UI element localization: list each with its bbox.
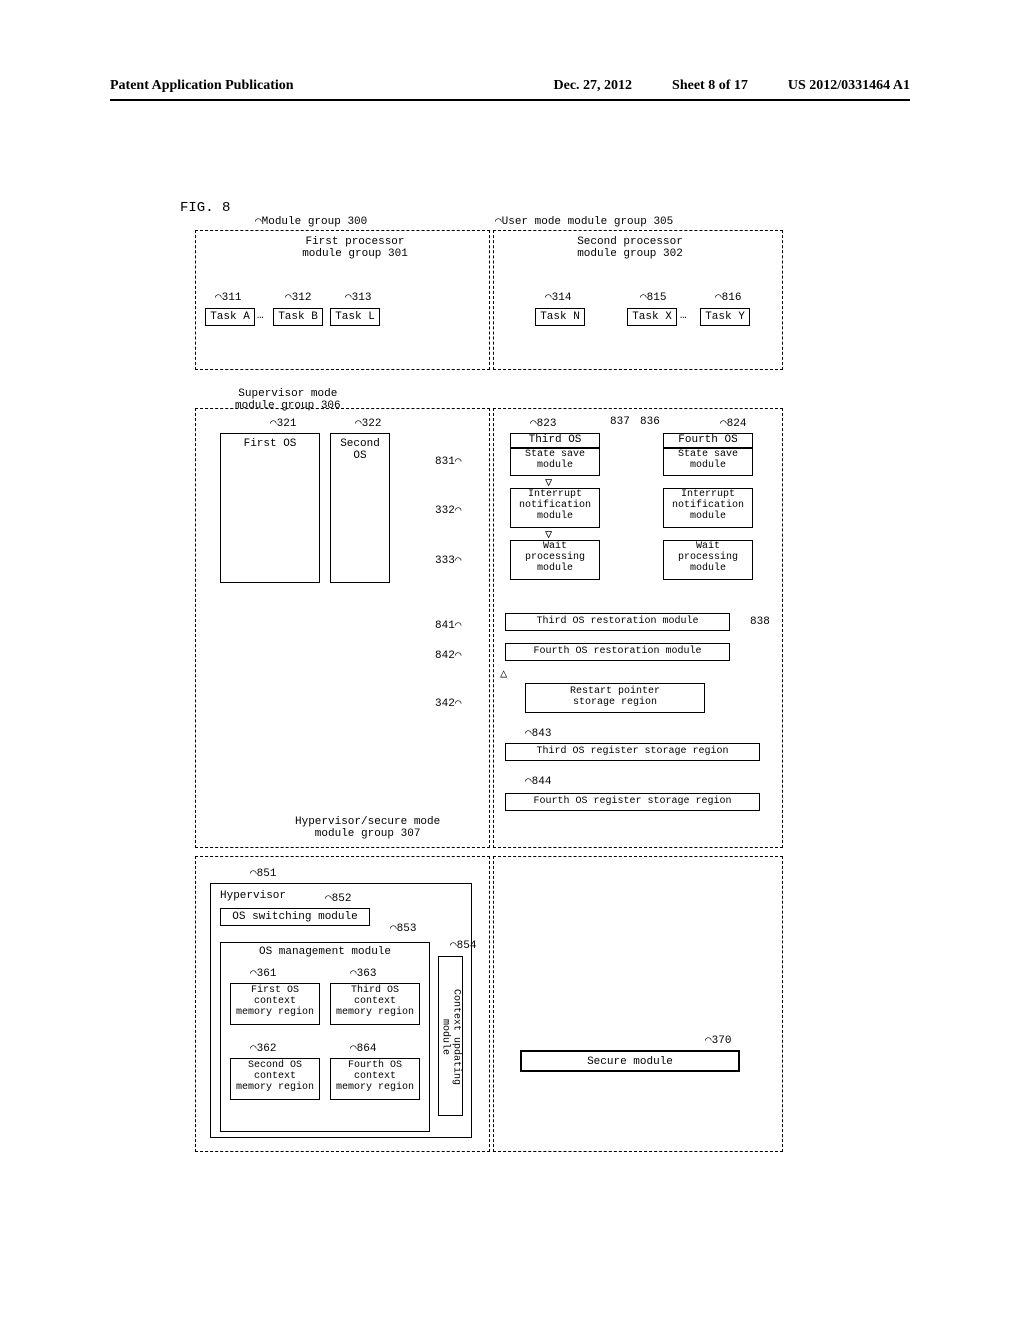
- user-mode-group-label: ⌒User mode module group 305: [495, 214, 673, 228]
- state-save-3: State save module: [510, 448, 600, 476]
- ref-831: 831⌒: [435, 454, 461, 468]
- ref-342: 342⌒: [435, 696, 461, 710]
- task-l: Task L: [330, 308, 380, 326]
- ref-838: 838: [750, 616, 770, 628]
- ref-313: ⌒313: [345, 290, 371, 304]
- ctx3: Third OS context memory region: [330, 983, 420, 1025]
- hypervisor-right-group: [493, 856, 783, 1152]
- ref-363: ⌒363: [350, 966, 376, 980]
- interrupt-4: Interrupt notification module: [663, 488, 753, 528]
- ellipsis-2: …: [680, 310, 687, 322]
- ref-844: ⌒844: [525, 774, 551, 788]
- os-mgmt-title: OS management module: [220, 946, 430, 958]
- wait-4: Wait processing module: [663, 540, 753, 580]
- ref-361: ⌒361: [250, 966, 276, 980]
- wait-3: Wait processing module: [510, 540, 600, 580]
- hypervisor-title: Hypervisor: [220, 890, 286, 902]
- restart-pointer: Restart pointer storage region: [525, 683, 705, 713]
- ref-852: ⌒852: [325, 891, 351, 905]
- hypervisor-group-label: Hypervisor/secure mode module group 307: [295, 816, 440, 840]
- ellipsis-1: …: [257, 310, 264, 322]
- ref-332: 332⌒: [435, 503, 461, 517]
- ref-815: ⌒815: [640, 290, 666, 304]
- ctx4: Fourth OS context memory region: [330, 1058, 420, 1100]
- ref-836: 836: [640, 416, 660, 428]
- diagram-root: ⌒Module group 300 ⌒User mode module grou…: [195, 218, 785, 1158]
- ref-314: ⌒314: [545, 290, 571, 304]
- module-group-label: ⌒Module group 300: [255, 214, 367, 228]
- sheet-label: Sheet 8 of 17: [672, 78, 748, 94]
- reg-storage-3: Third OS register storage region: [505, 743, 760, 761]
- pubno-label: US 2012/0331464 A1: [788, 78, 910, 94]
- ref-312: ⌒312: [285, 290, 311, 304]
- task-a: Task A: [205, 308, 255, 326]
- restoration-3: Third OS restoration module: [505, 613, 730, 631]
- state-save-4: State save module: [663, 448, 753, 476]
- restoration-4: Fourth OS restoration module: [505, 643, 730, 661]
- ref-853: ⌒853: [390, 921, 416, 935]
- publication-label: Patent Application Publication: [110, 78, 554, 94]
- interrupt-3: Interrupt notification module: [510, 488, 600, 528]
- reg-storage-4: Fourth OS register storage region: [505, 793, 760, 811]
- ref-864: ⌒864: [350, 1041, 376, 1055]
- ref-311: ⌒311: [215, 290, 241, 304]
- task-y: Task Y: [700, 308, 750, 326]
- task-b: Task B: [273, 308, 323, 326]
- fourth-os: Fourth OS: [663, 433, 753, 448]
- ref-816: ⌒816: [715, 290, 741, 304]
- third-os: Third OS: [510, 433, 600, 448]
- ctx1: First OS context memory region: [230, 983, 320, 1025]
- ref-854: ⌒854: [450, 938, 476, 952]
- page-header: Patent Application Publication Dec. 27, …: [110, 78, 910, 101]
- ref-362: ⌒362: [250, 1041, 276, 1055]
- task-x: Task X: [627, 308, 677, 326]
- ref-841: 841⌒: [435, 618, 461, 632]
- ref-823: ⌒823: [530, 416, 556, 430]
- context-updating: Context updating module: [438, 956, 463, 1116]
- ref-843: ⌒843: [525, 726, 551, 740]
- ref-851: ⌒851: [250, 866, 276, 880]
- os-switching: OS switching module: [220, 908, 370, 926]
- ref-837: 837: [610, 416, 630, 428]
- ref-321: ⌒321: [270, 416, 296, 430]
- first-os: First OS: [220, 433, 320, 583]
- first-proc-title: First processor module group 301: [255, 236, 455, 260]
- ctx2: Second OS context memory region: [230, 1058, 320, 1100]
- ref-842: 842⌒: [435, 648, 461, 662]
- arrow-up-rp: △: [500, 666, 507, 681]
- ref-370: ⌒370: [705, 1033, 731, 1047]
- ref-824: ⌒824: [720, 416, 746, 430]
- task-n: Task N: [535, 308, 585, 326]
- second-proc-title: Second processor module group 302: [530, 236, 730, 260]
- second-os: Second OS: [330, 433, 390, 583]
- date-label: Dec. 27, 2012: [554, 78, 633, 94]
- figure-label: FIG. 8: [180, 200, 230, 216]
- ref-333: 333⌒: [435, 553, 461, 567]
- secure-module: Secure module: [520, 1050, 740, 1072]
- ref-322: ⌒322: [355, 416, 381, 430]
